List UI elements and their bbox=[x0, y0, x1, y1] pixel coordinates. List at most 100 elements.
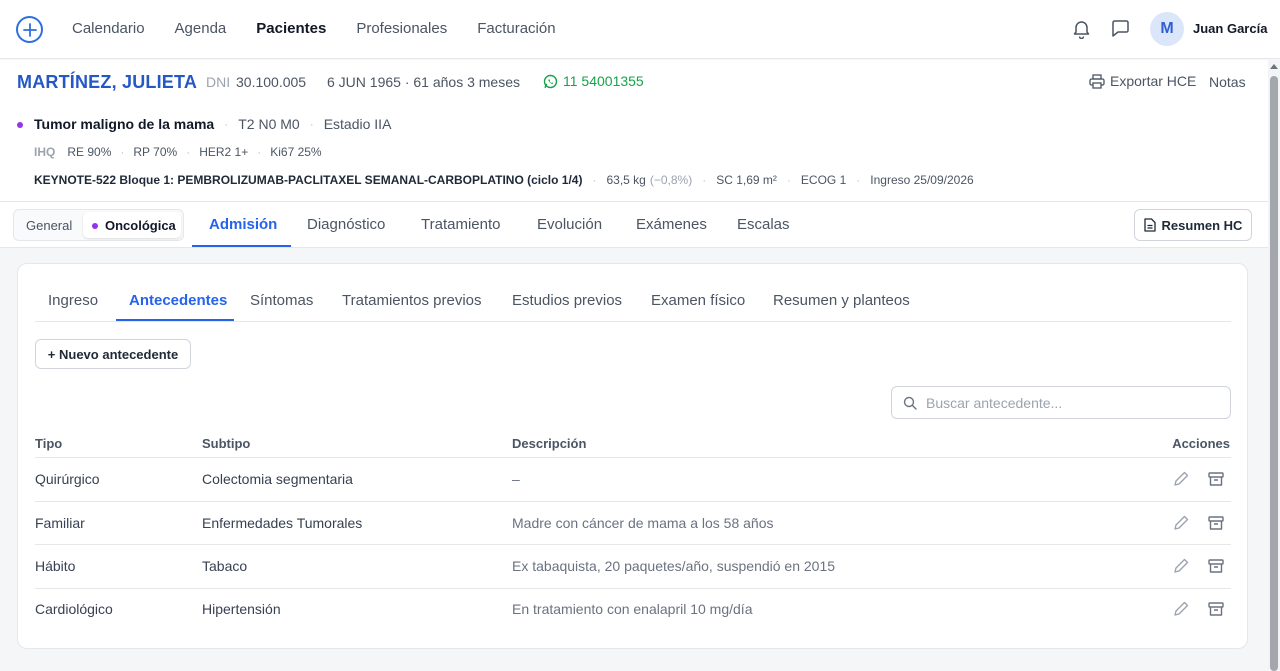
antecedentes-card: Ingreso Antecedentes Síntomas Tratamient… bbox=[17, 263, 1248, 649]
active-subtab-indicator bbox=[116, 319, 234, 321]
subtab-examen-fisico[interactable]: Examen físico bbox=[651, 292, 745, 309]
header-descripcion: Descripción bbox=[512, 436, 587, 451]
tab-tratamiento[interactable]: Tratamiento bbox=[421, 216, 500, 233]
cell-subtipo: Colectomia segmentaria bbox=[202, 471, 353, 487]
subtab-ingreso[interactable]: Ingreso bbox=[48, 292, 98, 309]
main-nav: Calendario Agenda Pacientes Profesionale… bbox=[72, 19, 586, 39]
archive-icon[interactable] bbox=[1207, 514, 1225, 532]
subtab-antecedentes[interactable]: Antecedentes bbox=[129, 292, 227, 309]
scroll-up-arrow-icon[interactable] bbox=[1270, 64, 1278, 69]
resumen-hc-button[interactable]: Resumen HC bbox=[1134, 209, 1252, 241]
ihq-label: IHQ bbox=[34, 145, 56, 159]
admission-date: Ingreso 25/09/2026 bbox=[870, 173, 974, 187]
patient-name: MARTÍNEZ, JULIETA bbox=[17, 72, 198, 92]
nav-agenda[interactable]: Agenda bbox=[175, 19, 227, 39]
cell-subtipo: Tabaco bbox=[202, 558, 248, 574]
table-row: Familiar Enfermedades Tumorales Madre co… bbox=[18, 502, 1249, 545]
archive-icon[interactable] bbox=[1207, 470, 1225, 488]
subtab-sintomas[interactable]: Síntomas bbox=[250, 292, 313, 309]
pencil-icon[interactable] bbox=[1172, 557, 1190, 575]
header-acciones: Acciones bbox=[1172, 436, 1230, 451]
table-row: Hábito Tabaco Ex tabaquista, 20 paquetes… bbox=[18, 545, 1249, 588]
tab-diagnostico[interactable]: Diagnóstico bbox=[307, 216, 385, 233]
tab-evolucion[interactable]: Evolución bbox=[537, 216, 602, 233]
cell-tipo: Quirúrgico bbox=[35, 471, 100, 487]
cell-tipo: Cardiológico bbox=[35, 601, 113, 617]
nav-calendario[interactable]: Calendario bbox=[72, 19, 145, 39]
ihq-re: RE 90% bbox=[67, 145, 112, 159]
cell-tipo: Familiar bbox=[35, 515, 85, 531]
view-segment: General Oncológica bbox=[13, 209, 184, 241]
archive-icon[interactable] bbox=[1207, 557, 1225, 575]
pencil-icon[interactable] bbox=[1172, 470, 1190, 488]
weight: 63,5 kg bbox=[606, 173, 646, 187]
new-antecedent-button[interactable]: + Nuevo antecedente bbox=[35, 339, 191, 369]
cell-descripcion: Madre con cáncer de mama a los 58 años bbox=[512, 515, 774, 531]
document-icon bbox=[1143, 218, 1156, 232]
nav-facturacion[interactable]: Facturación bbox=[477, 19, 555, 39]
user-name[interactable]: Juan García bbox=[1193, 21, 1267, 36]
ihq-ki67: Ki67 25% bbox=[270, 145, 322, 159]
body-surface: SC 1,69 m² bbox=[716, 173, 777, 187]
nav-profesionales[interactable]: Profesionales bbox=[356, 19, 447, 39]
subtab-estudios-previos[interactable]: Estudios previos bbox=[512, 292, 622, 309]
tab-escalas[interactable]: Escalas bbox=[737, 216, 790, 233]
printer-icon bbox=[1089, 73, 1105, 89]
ihq-her2: HER2 1+ bbox=[199, 145, 249, 159]
diagnosis-dot bbox=[17, 122, 23, 128]
table-row: Quirúrgico Colectomia segmentaria – bbox=[18, 458, 1249, 501]
ihq-rp: RP 70% bbox=[133, 145, 178, 159]
cell-tipo: Hábito bbox=[35, 558, 76, 574]
regimen-protocol: KEYNOTE-522 Bloque 1: PEMBROLIZUMAB-PACL… bbox=[34, 173, 583, 187]
pencil-icon[interactable] bbox=[1172, 514, 1190, 532]
resumen-hc-label: Resumen HC bbox=[1161, 217, 1243, 233]
plus-icon bbox=[22, 22, 37, 37]
pencil-icon[interactable] bbox=[1172, 600, 1190, 618]
dni-value: 30.100.005 bbox=[236, 74, 307, 90]
subtab-tratamientos-previos[interactable]: Tratamientos previos bbox=[342, 292, 482, 309]
weight-change: (−0,8%) bbox=[649, 173, 693, 187]
phone-link[interactable]: 11 54001355 bbox=[543, 73, 644, 89]
cell-descripcion: – bbox=[512, 471, 520, 487]
scrollbar-thumb[interactable] bbox=[1270, 76, 1278, 671]
tab-examenes[interactable]: Exámenes bbox=[636, 216, 707, 233]
subtab-resumen-planteos[interactable]: Resumen y planteos bbox=[773, 292, 910, 309]
bell-icon bbox=[1073, 21, 1090, 39]
whatsapp-icon bbox=[543, 74, 558, 88]
diagnosis-tnm: T2 N0 M0 bbox=[238, 116, 300, 132]
messages-button[interactable] bbox=[1111, 19, 1130, 38]
search-icon bbox=[903, 396, 917, 410]
header-subtipo: Subtipo bbox=[202, 436, 251, 451]
add-button[interactable] bbox=[16, 16, 43, 43]
search-box[interactable] bbox=[891, 386, 1231, 419]
ecog: ECOG 1 bbox=[800, 173, 847, 187]
segment-oncologica[interactable]: Oncológica bbox=[83, 212, 181, 238]
dni-label: DNI bbox=[206, 74, 231, 90]
cell-descripcion: En tratamiento con enalapril 10 mg/día bbox=[512, 601, 753, 617]
phone-number: 11 54001355 bbox=[563, 73, 644, 89]
avatar[interactable]: M bbox=[1150, 12, 1184, 46]
chat-icon bbox=[1112, 20, 1129, 37]
oncology-dot bbox=[92, 223, 98, 229]
notes-button[interactable]: Notas bbox=[1209, 74, 1246, 90]
tab-admision[interactable]: Admisión bbox=[209, 216, 277, 233]
notifications-button[interactable] bbox=[1072, 19, 1091, 39]
export-hce-button[interactable]: Exportar HCE bbox=[1089, 73, 1196, 89]
nav-pacientes[interactable]: Pacientes bbox=[256, 19, 326, 39]
diagnosis-name: Tumor maligno de la mama bbox=[34, 116, 215, 132]
birthdate-age: 6 JUN 1965 · 61 años 3 meses bbox=[327, 74, 520, 90]
top-nav: Calendario Agenda Pacientes Profesionale… bbox=[0, 0, 1280, 59]
table-row: Cardiológico Hipertensión En tratamiento… bbox=[18, 588, 1249, 631]
segment-general[interactable]: General bbox=[26, 218, 72, 233]
diagnosis-row: Tumor maligno de la mama · T2 N0 M0 · Es… bbox=[34, 116, 392, 132]
cell-descripcion: Ex tabaquista, 20 paquetes/año, suspendi… bbox=[512, 558, 836, 574]
export-hce-label: Exportar HCE bbox=[1110, 73, 1197, 89]
subtabs-divider bbox=[35, 321, 1231, 322]
search-input[interactable] bbox=[926, 392, 1221, 414]
patient-header: MARTÍNEZ, JULIETA DNI 30.100.005 6 JUN 1… bbox=[0, 60, 1268, 202]
cell-subtipo: Enfermedades Tumorales bbox=[202, 515, 363, 531]
diagnosis-stage: Estadio IIA bbox=[323, 116, 392, 132]
ihq-row: IHQ RE 90% · RP 70% · HER2 1+ · Ki67 25% bbox=[34, 145, 322, 159]
regimen-row: KEYNOTE-522 Bloque 1: PEMBROLIZUMAB-PACL… bbox=[34, 173, 974, 187]
archive-icon[interactable] bbox=[1207, 600, 1225, 618]
